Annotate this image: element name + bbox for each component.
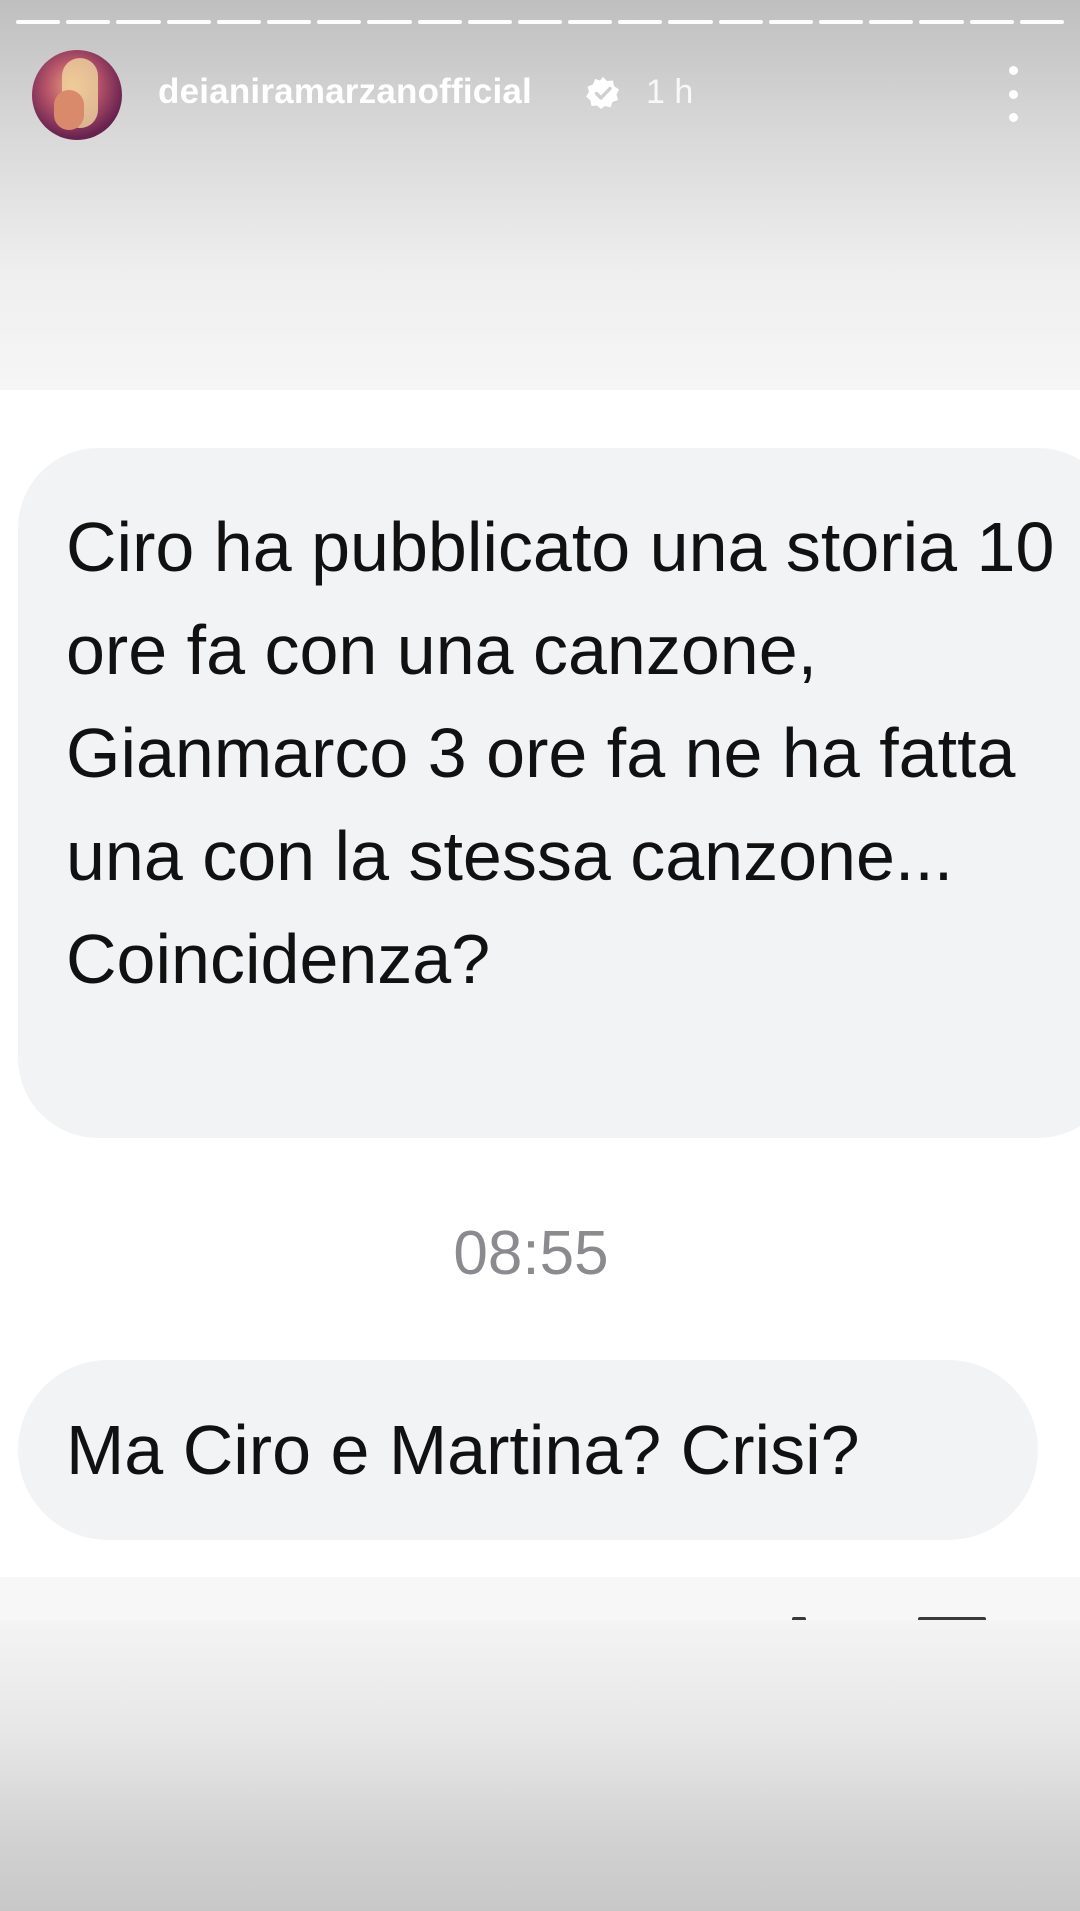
progress-segment <box>216 20 261 24</box>
story-username[interactable]: deianiramarzanofficial <box>158 72 532 112</box>
more-vertical-icon[interactable] <box>996 66 1030 122</box>
profile-avatar[interactable] <box>32 50 122 140</box>
chat-screenshot: Ciro ha pubblicato una storia 10 ore fa … <box>0 390 1080 1620</box>
progress-segment <box>66 20 111 24</box>
message-text: Ciro ha pubblicato una storia 10 ore fa … <box>66 508 1055 998</box>
progress-segment <box>618 20 663 24</box>
progress-segment <box>919 20 964 24</box>
progress-segment <box>517 20 563 24</box>
message-timestamp: 08:55 <box>453 1219 609 1288</box>
message-bubble: Ciro ha pubblicato una storia 10 ore fa … <box>18 448 1080 1138</box>
progress-segment <box>668 20 713 24</box>
story-progress-bar <box>16 20 1064 25</box>
progress-segment <box>869 20 914 24</box>
bottom-overlay-gradient <box>0 1620 1080 1911</box>
progress-segment <box>718 20 763 24</box>
story-header: deianiramarzanofficial 1 h <box>0 48 1080 140</box>
progress-segment <box>166 20 211 24</box>
story-viewer: deianiramarzanofficial 1 h Ciro ha pubbl… <box>0 0 1080 1911</box>
message-bubble: Ma Ciro e Martina? Crisi? <box>18 1360 1038 1540</box>
progress-segment <box>969 20 1014 24</box>
progress-segment <box>367 20 412 24</box>
progress-segment <box>16 20 61 24</box>
progress-segment <box>467 20 512 24</box>
progress-segment <box>266 20 312 24</box>
message-text: Ma Ciro e Martina? Crisi? <box>66 1411 860 1489</box>
progress-segment <box>417 20 462 24</box>
progress-segment <box>819 20 864 24</box>
cropped-edge <box>0 1577 1080 1622</box>
progress-segment <box>568 20 613 24</box>
progress-segment <box>1019 20 1064 24</box>
verified-badge-icon <box>586 76 620 110</box>
progress-segment <box>317 20 362 24</box>
story-time: 1 h <box>646 73 694 111</box>
progress-segment <box>768 20 813 24</box>
progress-segment <box>116 20 161 24</box>
